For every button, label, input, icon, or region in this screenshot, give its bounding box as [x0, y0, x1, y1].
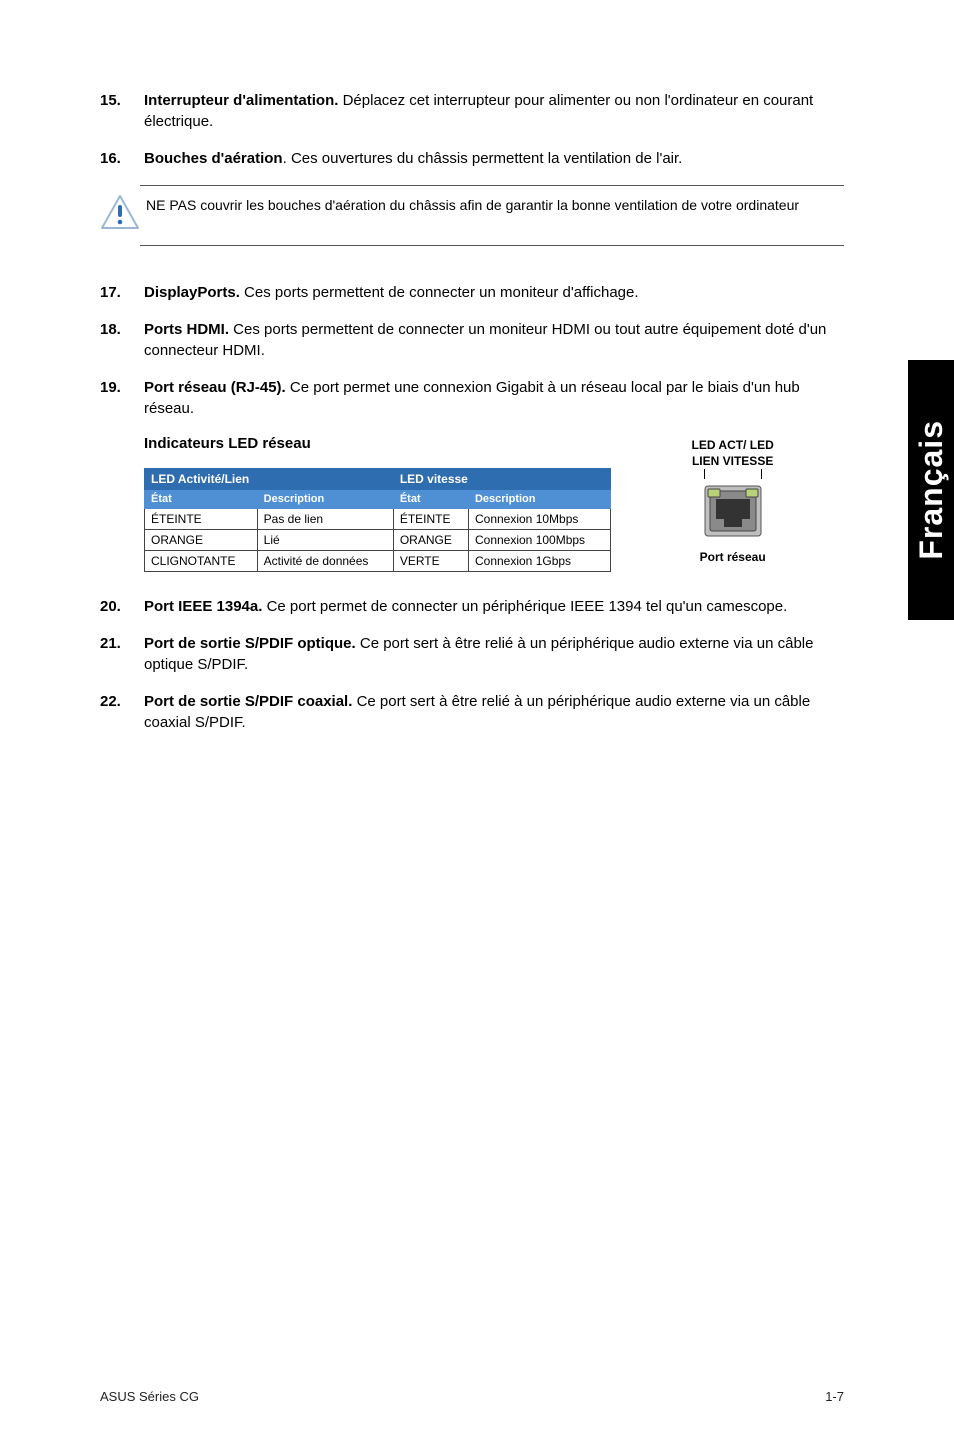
- item-number: 22.: [100, 691, 144, 733]
- item-title: Port de sortie S/PDIF coaxial.: [144, 693, 352, 710]
- item-text: Ce port permet de connecter un périphéri…: [262, 598, 787, 615]
- item-number: 17.: [100, 282, 144, 303]
- item-title: Bouches d'aération: [144, 150, 283, 167]
- table-cell: Connexion 100Mbps: [468, 530, 610, 551]
- table-cell: ORANGE: [393, 530, 468, 551]
- table-cell: CLIGNOTANTE: [145, 551, 258, 572]
- language-tab: Français: [908, 360, 954, 620]
- port-label-line2: LIEN VITESSE: [621, 454, 844, 468]
- item-number: 15.: [100, 90, 144, 132]
- list-item-17: 17. DisplayPorts. Ces ports permettent d…: [100, 282, 844, 303]
- item-number: 19.: [100, 377, 144, 419]
- item-body: Port de sortie S/PDIF optique. Ce port s…: [144, 633, 844, 675]
- item-body: Interrupteur d'alimentation. Déplacez ce…: [144, 90, 844, 132]
- page-footer: ASUS Séries CG 1-7: [100, 1389, 844, 1404]
- divider: [140, 185, 844, 186]
- footer-left: ASUS Séries CG: [100, 1389, 199, 1404]
- language-tab-label: Français: [913, 420, 950, 560]
- item-title: DisplayPorts.: [144, 284, 240, 301]
- led-table: LED Activité/Lien LED vitesse État Descr…: [144, 468, 611, 572]
- table-header-speed: LED vitesse: [393, 469, 610, 490]
- item-title: Port IEEE 1394a.: [144, 598, 262, 615]
- list-item-19: 19. Port réseau (RJ-45). Ce port permet …: [100, 377, 844, 419]
- list-item-21: 21. Port de sortie S/PDIF optique. Ce po…: [100, 633, 844, 675]
- rj45-port-icon: [704, 485, 762, 537]
- table-row: ÉTEINTE Pas de lien ÉTEINTE Connexion 10…: [145, 509, 611, 530]
- item-title: Port réseau (RJ-45).: [144, 379, 286, 396]
- warning-note: NE PAS couvrir les bouches d'aération du…: [100, 194, 844, 235]
- table-header-activity: LED Activité/Lien: [145, 469, 394, 490]
- item-body: Bouches d'aération. Ces ouvertures du ch…: [144, 148, 844, 169]
- item-body: Port de sortie S/PDIF coaxial. Ce port s…: [144, 691, 844, 733]
- tick-right: [761, 469, 762, 479]
- item-text: Ces ports permettent de connecter un mon…: [144, 321, 826, 359]
- table-cell: Pas de lien: [257, 509, 393, 530]
- table-col-state: État: [145, 490, 258, 509]
- warning-text: NE PAS couvrir les bouches d'aération du…: [146, 194, 844, 215]
- divider: [140, 245, 844, 246]
- footer-right: 1-7: [825, 1389, 844, 1404]
- list-item-18: 18. Ports HDMI. Ces ports permettent de …: [100, 319, 844, 361]
- item-number: 16.: [100, 148, 144, 169]
- item-text: . Ces ouvertures du châssis permettent l…: [283, 150, 683, 167]
- table-cell: Lié: [257, 530, 393, 551]
- table-cell: ÉTEINTE: [145, 509, 258, 530]
- table-cell: Connexion 1Gbps: [468, 551, 610, 572]
- item-title: Ports HDMI.: [144, 321, 229, 338]
- table-cell: Activité de données: [257, 551, 393, 572]
- table-cell: Connexion 10Mbps: [468, 509, 610, 530]
- port-label-line1: LED ACT/ LED: [621, 438, 844, 452]
- list-item-22: 22. Port de sortie S/PDIF coaxial. Ce po…: [100, 691, 844, 733]
- table-and-port-row: LED Activité/Lien LED vitesse État Descr…: [144, 468, 844, 572]
- tick-left: [704, 469, 705, 479]
- page: 15. Interrupteur d'alimentation. Déplace…: [0, 0, 954, 1438]
- item-body: Port IEEE 1394a. Ce port permet de conne…: [144, 596, 844, 617]
- warning-icon: [100, 194, 146, 235]
- port-tick-lines: [704, 469, 762, 479]
- item-title: Port de sortie S/PDIF optique.: [144, 635, 356, 652]
- port-caption: Port réseau: [621, 550, 844, 564]
- list-item-15: 15. Interrupteur d'alimentation. Déplace…: [100, 90, 844, 132]
- item-body: DisplayPorts. Ces ports permettent de co…: [144, 282, 844, 303]
- item-number: 20.: [100, 596, 144, 617]
- table-cell: ORANGE: [145, 530, 258, 551]
- table-row: ORANGE Lié ORANGE Connexion 100Mbps: [145, 530, 611, 551]
- table-col-desc: Description: [257, 490, 393, 509]
- item-title: Interrupteur d'alimentation.: [144, 92, 338, 109]
- item-body: Port réseau (RJ-45). Ce port permet une …: [144, 377, 844, 419]
- item-text: Ces ports permettent de connecter un mon…: [240, 284, 639, 301]
- list-item-16: 16. Bouches d'aération. Ces ouvertures d…: [100, 148, 844, 169]
- table-col-desc: Description: [468, 490, 610, 509]
- table-row: CLIGNOTANTE Activité de données VERTE Co…: [145, 551, 611, 572]
- lan-port-diagram: LED ACT/ LED LIEN VITESSE Port réseau: [621, 468, 844, 565]
- table-cell: ÉTEINTE: [393, 509, 468, 530]
- list-item-20: 20. Port IEEE 1394a. Ce port permet de c…: [100, 596, 844, 617]
- item-number: 18.: [100, 319, 144, 361]
- table-cell: VERTE: [393, 551, 468, 572]
- item-number: 21.: [100, 633, 144, 675]
- item-body: Ports HDMI. Ces ports permettent de conn…: [144, 319, 844, 361]
- table-col-state: État: [393, 490, 468, 509]
